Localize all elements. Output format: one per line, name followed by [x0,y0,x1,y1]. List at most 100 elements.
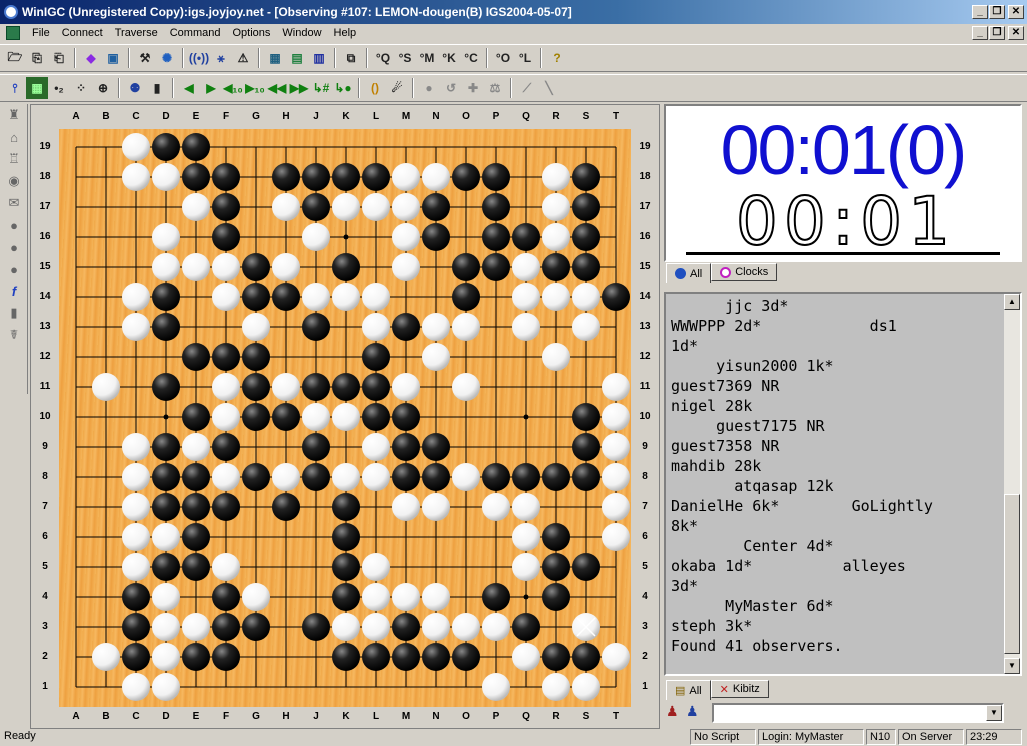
white-stone[interactable] [542,193,570,221]
black-stone[interactable] [482,463,510,491]
prev-icon[interactable]: ▶ [200,77,222,99]
white-stone[interactable] [602,433,630,461]
black-stone[interactable] [242,253,270,281]
tab-kibitz[interactable]: ✕ Kibitz [710,680,769,698]
observe-q-button[interactable]: °Q [372,47,394,69]
black-stone[interactable] [212,433,240,461]
black-stone[interactable] [302,433,330,461]
black-stone[interactable] [572,643,600,671]
white-stone[interactable] [152,673,180,701]
white-stone[interactable] [422,343,450,371]
white-stone[interactable] [152,163,180,191]
white-stone[interactable] [122,283,150,311]
white-stone[interactable] [512,493,540,521]
circle-icon[interactable]: ⊕ [92,77,114,99]
black-stone[interactable] [422,433,450,461]
black-stone[interactable] [362,343,390,371]
white-stone[interactable] [302,223,330,251]
black-stone[interactable] [272,283,300,311]
black-stone[interactable] [212,493,240,521]
white-stone[interactable] [542,673,570,701]
black-stone[interactable] [182,553,210,581]
chat-scrollbar[interactable]: ▲ ▼ [1004,294,1020,674]
cup-icon[interactable]: ♖ [2,148,26,170]
function-icon[interactable]: f [2,280,26,302]
white-stone[interactable] [362,433,390,461]
black-stone[interactable] [242,373,270,401]
white-stone[interactable] [362,283,390,311]
black-stone[interactable] [182,133,210,161]
white-stone[interactable] [482,673,510,701]
white-stone[interactable] [92,643,120,671]
white-stone[interactable] [452,313,480,341]
scroll-up-icon[interactable]: ▲ [1004,294,1020,310]
black-stone[interactable] [242,463,270,491]
black-stone[interactable] [182,343,210,371]
white-stone[interactable] [332,193,360,221]
number-icon[interactable]: •₂ [48,77,70,99]
black-stone[interactable] [152,433,180,461]
white-stone[interactable] [602,463,630,491]
black-stone[interactable] [572,403,600,431]
white-stone[interactable] [212,253,240,281]
white-stone[interactable] [512,253,540,281]
black-stone[interactable] [332,553,360,581]
white-stone[interactable] [422,613,450,641]
black-stone[interactable] [242,613,270,641]
black-stone[interactable] [452,253,480,281]
list-icon[interactable]: ▤ [286,47,308,69]
black-stone[interactable] [422,463,450,491]
white-stone[interactable] [482,493,510,521]
black-stone[interactable] [242,343,270,371]
white-stone[interactable] [152,583,180,611]
menu-traverse[interactable]: Traverse [109,27,164,39]
white-stone[interactable] [512,313,540,341]
white-stone[interactable] [362,313,390,341]
fwd-fast-icon[interactable]: ▶▶ [288,77,310,99]
envelope-icon[interactable]: ✉ [2,192,26,214]
white-stone[interactable] [392,163,420,191]
black-stone[interactable] [182,463,210,491]
board-svg[interactable] [59,129,631,707]
plus-icon[interactable]: ✚ [462,77,484,99]
black-stone[interactable] [122,613,150,641]
end-icon[interactable]: ↳● [332,77,354,99]
trash-icon[interactable]: ▮ [146,77,168,99]
black-stone[interactable] [572,223,600,251]
white-stone[interactable] [332,403,360,431]
black-stone[interactable] [212,223,240,251]
stone-1-icon[interactable]: ● [2,214,26,236]
black-stone[interactable] [152,283,180,311]
marker-icon[interactable]: ⫯ [4,77,26,99]
white-stone[interactable] [272,373,300,401]
white-stone[interactable] [272,193,300,221]
white-stone[interactable] [242,313,270,341]
black-stone[interactable] [302,193,330,221]
white-stone[interactable] [182,193,210,221]
black-stone[interactable] [182,403,210,431]
white-stone[interactable] [452,373,480,401]
black-stone[interactable] [362,403,390,431]
black-stone[interactable] [302,373,330,401]
black-stone[interactable] [152,133,180,161]
close-button[interactable]: ✕ [1008,5,1024,19]
white-stone[interactable] [392,583,420,611]
white-stone[interactable] [392,193,420,221]
white-stone[interactable] [302,283,330,311]
white-stone[interactable] [512,643,540,671]
menu-options[interactable]: Options [226,27,276,39]
white-stone[interactable] [452,463,480,491]
observe-k-button[interactable]: °K [438,47,460,69]
person2-icon[interactable]: ♟ [686,703,699,720]
balance-icon[interactable]: () [364,77,386,99]
black-stone[interactable] [572,553,600,581]
black-stone[interactable] [482,193,510,221]
black-stone[interactable] [602,283,630,311]
black-stone[interactable] [452,163,480,191]
white-stone[interactable] [362,193,390,221]
black-stone[interactable] [272,493,300,521]
menu-command[interactable]: Command [164,27,227,39]
black-stone[interactable] [272,403,300,431]
white-stone[interactable] [602,493,630,521]
white-stone[interactable] [332,463,360,491]
